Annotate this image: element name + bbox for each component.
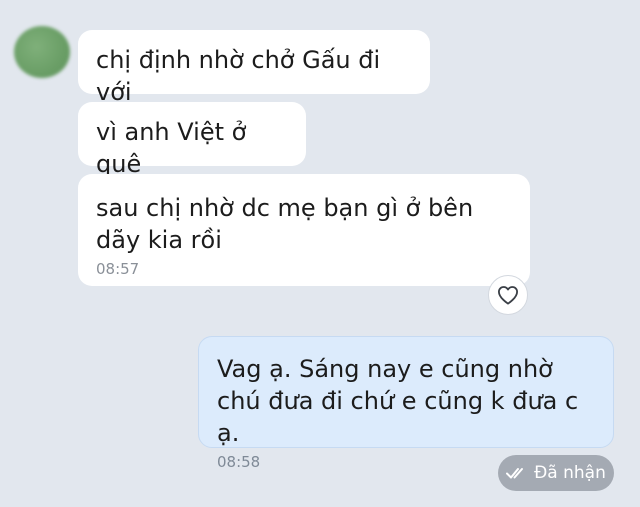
heart-icon [497,286,518,305]
incoming-message-3[interactable]: sau chị nhờ dc mẹ bạn gì ở bên dãy kia r… [78,174,530,286]
incoming-message-2[interactable]: vì anh Việt ở quê [78,102,306,178]
double-check-icon [506,468,524,479]
outgoing-message-1[interactable]: Vag ạ. Sáng nay e cũng nhờ chú đưa đi ch… [198,336,614,471]
message-text: Vag ạ. Sáng nay e cũng nhờ chú đưa đi ch… [217,355,579,447]
sender-avatar[interactable] [14,26,70,78]
message-text: sau chị nhờ dc mẹ bạn gì ở bên dãy kia r… [96,194,474,254]
delivery-status-label: Đã nhận [534,463,606,483]
delivery-status-badge: Đã nhận [498,455,614,491]
react-heart-button[interactable] [488,275,528,315]
incoming-message-1[interactable]: chị định nhờ chở Gấu đi với [78,30,430,106]
message-text: chị định nhờ chở Gấu đi với [96,46,381,106]
message-timestamp: 08:57 [96,260,140,278]
message-text: vì anh Việt ở quê [96,118,247,178]
